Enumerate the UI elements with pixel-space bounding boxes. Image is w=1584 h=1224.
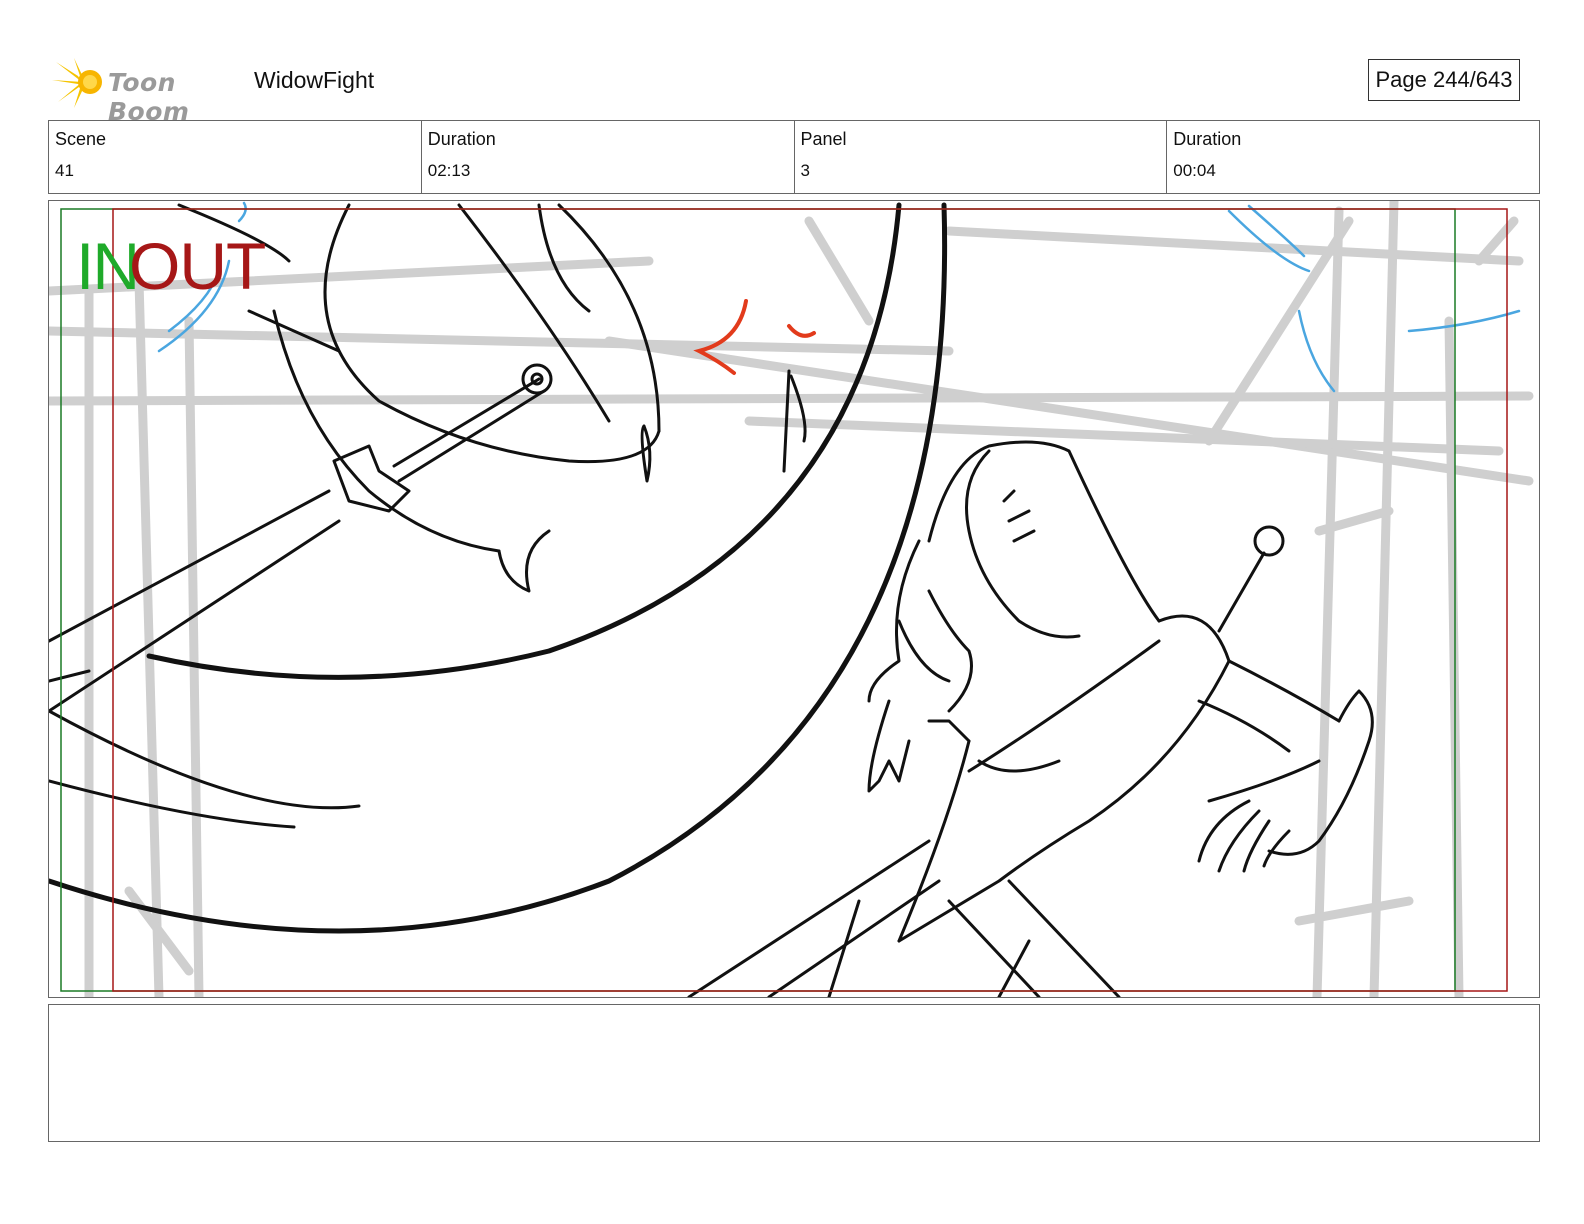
blue-guides (157, 201, 1521, 393)
scene-cell: Scene 41 (49, 121, 421, 193)
scene-label: Scene (55, 129, 107, 149)
scene-duration-cell: Duration 02:13 (420, 121, 794, 193)
brand-name: Toon Boom (108, 68, 190, 126)
storyboard-panel: IN OUT (48, 200, 1540, 998)
scene-info-table: Scene 41 Duration 02:13 Panel 3 Duration… (48, 120, 1540, 194)
sunburst-icon (52, 58, 102, 108)
panel-value: 3 (800, 161, 810, 180)
toon-boom-logo: Toon Boom (52, 54, 242, 126)
dialogue-notes-box (48, 1004, 1540, 1142)
project-title: WidowFight (254, 67, 375, 93)
scene-duration-value: 02:13 (427, 161, 471, 180)
in-frame-guide (60, 208, 1456, 992)
page-header: Toon Boom WidowFight Page 244/643 (48, 50, 1538, 126)
panel-duration-value: 00:04 (1173, 161, 1216, 180)
panel-sketch (49, 201, 1534, 997)
out-marker: OUT (129, 229, 266, 303)
page-indicator: Page 244/643 (1368, 59, 1520, 101)
character-lineart (49, 202, 1374, 997)
scene-value: 41 (55, 161, 74, 180)
panel-duration-label: Duration (1173, 129, 1242, 149)
scene-duration-label: Duration (427, 129, 496, 149)
out-frame-guide (112, 208, 1508, 992)
panel-label: Panel (800, 129, 847, 149)
panel-duration-cell: Duration 00:04 (1166, 121, 1539, 193)
panel-cell: Panel 3 (793, 121, 1167, 193)
